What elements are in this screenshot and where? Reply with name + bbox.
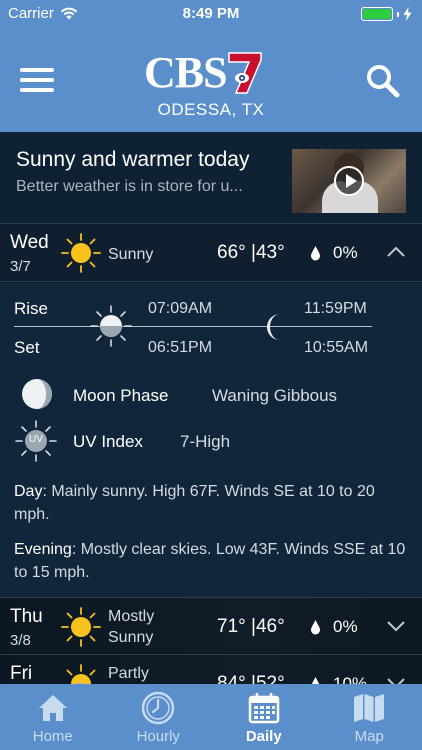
day-date: 3/7 (10, 258, 31, 275)
uv-index-label: UV Index (73, 432, 143, 451)
status-right (361, 7, 412, 21)
day-temperatures: 66° |43° (217, 242, 285, 263)
menu-bar (20, 78, 54, 82)
sun-icon (61, 607, 101, 647)
evening-forecast-body: : Mostly clear skies. Low 43F. Winds SSE… (14, 541, 406, 581)
day-temperatures: 71° |46° (217, 616, 285, 637)
raindrop-icon (311, 246, 320, 261)
home-icon (38, 695, 67, 721)
day-forecast-text: Day: Mainly sunny. High 67F. Winds SE at… (14, 480, 414, 526)
day-precip: 0% (333, 617, 358, 636)
day-row-thu[interactable]: Thu 3/8 Mostly Sunny 71° |46° 0% (0, 597, 422, 655)
tab-home[interactable]: Home (0, 684, 106, 750)
news-title: Sunny and warmer today (16, 148, 250, 171)
day-name: Thu (10, 606, 43, 627)
play-icon[interactable] (334, 166, 364, 196)
cbs7-logo: CBS (144, 48, 263, 98)
day-name: Wed (10, 232, 49, 253)
map-icon (354, 694, 385, 722)
chevron-up-icon[interactable] (386, 246, 406, 258)
day-condition: Mostly Sunny (108, 606, 154, 648)
day-detail-panel: Rise Set 07:09AM 06:51PM 11:59PM 10:55AM… (0, 283, 422, 597)
tab-home-label: Home (32, 728, 73, 745)
menu-bar (20, 68, 54, 72)
charging-bolt-icon (403, 7, 412, 21)
clock-icon (142, 691, 175, 725)
moon-phase-icon (22, 379, 52, 409)
day-condition-line1: Mostly (108, 608, 155, 625)
sunset-time: 06:51PM (148, 339, 213, 356)
logo-seven-icon (227, 52, 262, 94)
raindrop-icon (311, 620, 320, 635)
crescent-moon-icon (267, 314, 280, 340)
day-forecast-label: Day (14, 483, 43, 500)
battery-icon (361, 7, 393, 21)
evening-forecast-text: Evening: Mostly clear skies. Low 43F. Wi… (14, 538, 414, 584)
tab-hourly-label: Hourly (136, 728, 180, 745)
rise-label: Rise (14, 299, 49, 318)
day-row-wed[interactable]: Wed 3/7 Sunny 66° |43° 0% (0, 224, 422, 282)
set-label: Set (14, 338, 40, 357)
tab-map[interactable]: Map (317, 684, 422, 750)
menu-bar (20, 88, 54, 92)
city-label: ODESSA, TX (157, 100, 265, 119)
chevron-down-icon[interactable] (386, 620, 406, 632)
uv-index-value: 7-High (180, 432, 231, 451)
moon-phase-label: Moon Phase (73, 386, 169, 405)
moonrise-time: 11:59PM (304, 300, 367, 317)
day-name: Fri (10, 663, 33, 684)
day-precip: 0% (333, 243, 358, 262)
uv-icon-text: UV (29, 434, 43, 445)
tab-map-label: Map (354, 728, 384, 745)
tab-daily[interactable]: Daily (211, 684, 317, 750)
news-story-card[interactable]: Sunny and warmer today Better weather is… (0, 132, 422, 224)
news-subtitle: Better weather is in store for u... (16, 178, 243, 195)
day-condition: Sunny (108, 246, 154, 263)
tab-daily-label: Daily (245, 728, 282, 745)
day-condition: Partly (108, 663, 149, 684)
battery-tip (397, 11, 399, 17)
tab-hourly[interactable]: Hourly (106, 684, 212, 750)
calendar-icon (248, 693, 279, 724)
menu-button[interactable] (20, 68, 54, 94)
day-condition-line1: Partly (108, 665, 149, 682)
moonset-time: 10:55AM (304, 339, 369, 356)
day-condition-line2: Sunny (108, 629, 154, 646)
status-bar: Carrier 8:49 PM (0, 0, 422, 28)
status-time: 8:49 PM (182, 5, 240, 22)
sunrise-time: 07:09AM (148, 300, 213, 317)
app-header: CBS ODESSA, TX (0, 28, 422, 132)
sun-icon (61, 233, 101, 273)
horizon-line (14, 326, 372, 327)
logo-text: CBS (144, 48, 228, 97)
day-date: 3/8 (10, 632, 31, 649)
moon-phase-value: Waning Gibbous (212, 386, 338, 405)
evening-forecast-label: Evening (14, 541, 72, 558)
bottom-tab-bar: Home Hourly Daily Map (0, 684, 422, 750)
sun-horizon-icon (90, 305, 132, 347)
video-thumbnail[interactable] (292, 149, 406, 213)
day-forecast-body: : Mainly sunny. High 67F. Winds SE at 10… (14, 483, 375, 523)
search-icon[interactable] (366, 64, 400, 98)
